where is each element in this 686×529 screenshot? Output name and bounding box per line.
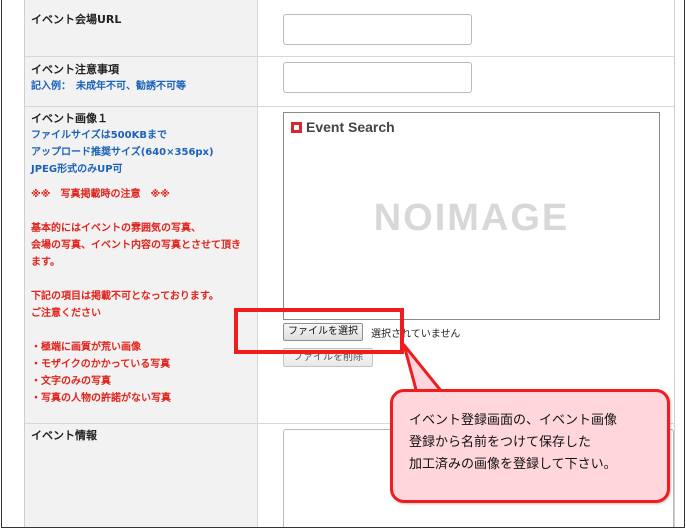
- image-warning-line: ・写真の人物の許諾がない写真: [31, 393, 171, 404]
- venue-url-label-cell: イベント会場URL: [25, 0, 258, 56]
- image-warning-line: ・極端に画質が荒い画像: [31, 342, 141, 353]
- image-spec-line: アップロード推奨サイズ(640×356px): [31, 147, 214, 158]
- image-warning-line: [31, 271, 257, 288]
- venue-url-input[interactable]: [283, 14, 472, 45]
- venue-url-row: イベント会場URL: [25, 0, 674, 57]
- venue-url-value-cell: [259, 0, 674, 56]
- image-preview: Event Search NOIMAGE: [283, 112, 660, 320]
- callout-line: 登録から名前をつけて保存した: [409, 435, 592, 450]
- image-warning-line: ※※ 写真掲載時の注意 ※※: [31, 189, 170, 200]
- instruction-callout: イベント登録画面の、イベント画像 登録から名前をつけて保存した 加工済みの画像を…: [390, 389, 670, 503]
- callout-line: イベント登録画面の、イベント画像: [409, 413, 618, 428]
- callout-text: イベント登録画面の、イベント画像 登録から名前をつけて保存した 加工済みの画像を…: [409, 410, 617, 476]
- image-spec-line: JPEG形式のみUP可: [31, 164, 123, 175]
- delete-file-button[interactable]: ファイルを削除: [283, 348, 373, 367]
- callout-line: 加工済みの画像を登録して下さい。: [409, 457, 617, 472]
- event-image-row: イベント画像１ ファイルサイズは500KBまで アップロード推奨サイズ(640×…: [25, 107, 674, 424]
- image-warning-line: ます。: [31, 257, 60, 268]
- image-warning-line: 基本的にはイベントの雰囲気の写真、: [31, 223, 201, 234]
- image-warning-line: [31, 322, 257, 339]
- event-search-logo: Event Search: [291, 119, 395, 135]
- event-info-label-cell: イベント情報: [25, 424, 258, 527]
- event-info-label: イベント情報: [31, 429, 97, 442]
- event-search-logo-icon: [291, 121, 302, 133]
- image-warning-line: [31, 203, 257, 220]
- noimage-placeholder: NOIMAGE: [373, 197, 570, 239]
- image-warning-line: ・文字のみの写真: [31, 376, 111, 387]
- venue-url-label: イベント会場URL: [31, 13, 122, 26]
- event-search-logo-text: Event Search: [306, 119, 395, 135]
- image-warning-line: 会場の写真、イベント内容の写真とさせて頂き: [31, 240, 241, 251]
- event-image-label-cell: イベント画像１ ファイルサイズは500KBまで アップロード推奨サイズ(640×…: [25, 107, 258, 423]
- event-notes-row: イベント注意事項 記入例： 未成年不可、勧誘不可等: [25, 57, 674, 107]
- event-image-label: イベント画像１: [31, 112, 108, 125]
- event-notes-label: イベント注意事項: [31, 63, 119, 76]
- image-spec-line: ファイルサイズは500KBまで: [31, 130, 167, 141]
- event-notes-example: 記入例： 未成年不可、勧誘不可等: [31, 81, 186, 92]
- image-warning-line: 下記の項目は掲載不可となっております。: [31, 291, 219, 302]
- image-warning-line: ・モザイクのかかっている写真: [31, 359, 171, 370]
- choose-file-button[interactable]: ファイルを選択: [283, 323, 363, 341]
- event-notes-value-cell: [259, 57, 674, 106]
- image-warning-line: ご注意ください: [31, 308, 101, 319]
- file-status-text: 選択されていません: [371, 329, 461, 340]
- event-notes-label-cell: イベント注意事項 記入例： 未成年不可、勧誘不可等: [25, 57, 258, 106]
- event-notes-input[interactable]: [283, 62, 472, 93]
